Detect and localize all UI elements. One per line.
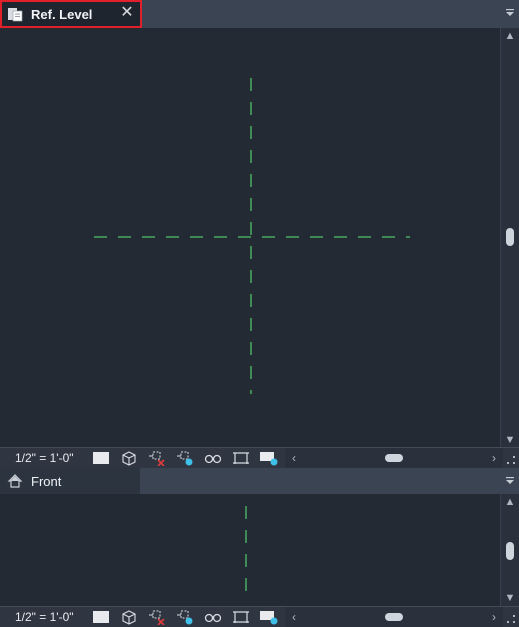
tab-ref-level[interactable]: Ref. Level ✕ — [0, 0, 142, 28]
ref-level-view: Ref. Level ✕ ▲ ▼ 1/2" = 1'-0" ‹ › — [0, 0, 519, 468]
horizontal-scrollbar[interactable]: ‹ › — [285, 448, 503, 468]
reveal-hidden-icon[interactable] — [174, 609, 196, 625]
view-menu-icon[interactable] — [505, 8, 515, 18]
scroll-left-icon[interactable]: ‹ — [287, 609, 301, 625]
tab-title: Front — [31, 473, 62, 489]
scroll-up-icon[interactable]: ▲ — [501, 494, 519, 510]
scroll-down-icon[interactable]: ▼ — [501, 590, 519, 606]
hide-isolate-icon[interactable] — [146, 609, 168, 625]
view-control-bar: 1/2" = 1'-0" ‹ › — [0, 606, 519, 627]
temporary-view-icon[interactable] — [202, 609, 224, 625]
visual-style-icon[interactable] — [258, 609, 280, 625]
resize-grip-icon[interactable] — [506, 455, 516, 465]
scroll-left-icon[interactable]: ‹ — [287, 450, 301, 466]
front-view: Front ▲ ▼ 1/2" = 1'-0" ‹ › — [0, 468, 519, 627]
vertical-scroll-thumb[interactable] — [506, 228, 514, 246]
sheet-view-icon — [8, 8, 23, 22]
hide-isolate-icon[interactable] — [146, 450, 168, 466]
front-tabbar: Front — [0, 468, 519, 494]
drawing-canvas[interactable] — [0, 28, 501, 448]
horizontal-scrollbar[interactable]: ‹ › — [285, 607, 503, 627]
ref-level-tabbar: Ref. Level ✕ — [0, 0, 519, 28]
scroll-up-icon[interactable]: ▲ — [501, 28, 519, 44]
scroll-right-icon[interactable]: › — [487, 450, 501, 466]
scroll-right-icon[interactable]: › — [487, 609, 501, 625]
crop-view-icon[interactable] — [230, 609, 252, 625]
temporary-view-icon[interactable] — [202, 450, 224, 466]
horizontal-scroll-thumb[interactable] — [385, 613, 403, 621]
view-scale[interactable]: 1/2" = 1'-0" — [15, 451, 90, 465]
vertical-scrollbar[interactable]: ▲ ▼ — [500, 28, 519, 448]
tab-front[interactable]: Front — [0, 468, 140, 494]
detail-level-icon[interactable] — [90, 609, 112, 625]
drawing-canvas[interactable] — [0, 494, 501, 606]
3d-box-icon[interactable] — [118, 450, 140, 466]
view-scale[interactable]: 1/2" = 1'-0" — [15, 610, 90, 624]
vertical-scrollbar[interactable]: ▲ ▼ — [500, 494, 519, 606]
horizontal-scroll-thumb[interactable] — [385, 454, 403, 462]
reveal-hidden-icon[interactable] — [174, 450, 196, 466]
close-icon[interactable]: ✕ — [118, 4, 136, 22]
scroll-down-icon[interactable]: ▼ — [501, 432, 519, 448]
3d-box-icon[interactable] — [118, 609, 140, 625]
reference-plane-lines — [94, 78, 410, 394]
tab-title: Ref. Level — [31, 6, 93, 22]
resize-grip-icon[interactable] — [506, 614, 516, 624]
view-menu-icon[interactable] — [505, 476, 515, 486]
reference-plane-lines — [245, 506, 247, 600]
crop-view-icon[interactable] — [230, 450, 252, 466]
visual-style-icon[interactable] — [258, 450, 280, 466]
elevation-house-icon — [7, 474, 23, 488]
detail-level-icon[interactable] — [90, 450, 112, 466]
view-control-bar: 1/2" = 1'-0" ‹ › — [0, 447, 519, 468]
vertical-scroll-thumb[interactable] — [506, 542, 514, 560]
